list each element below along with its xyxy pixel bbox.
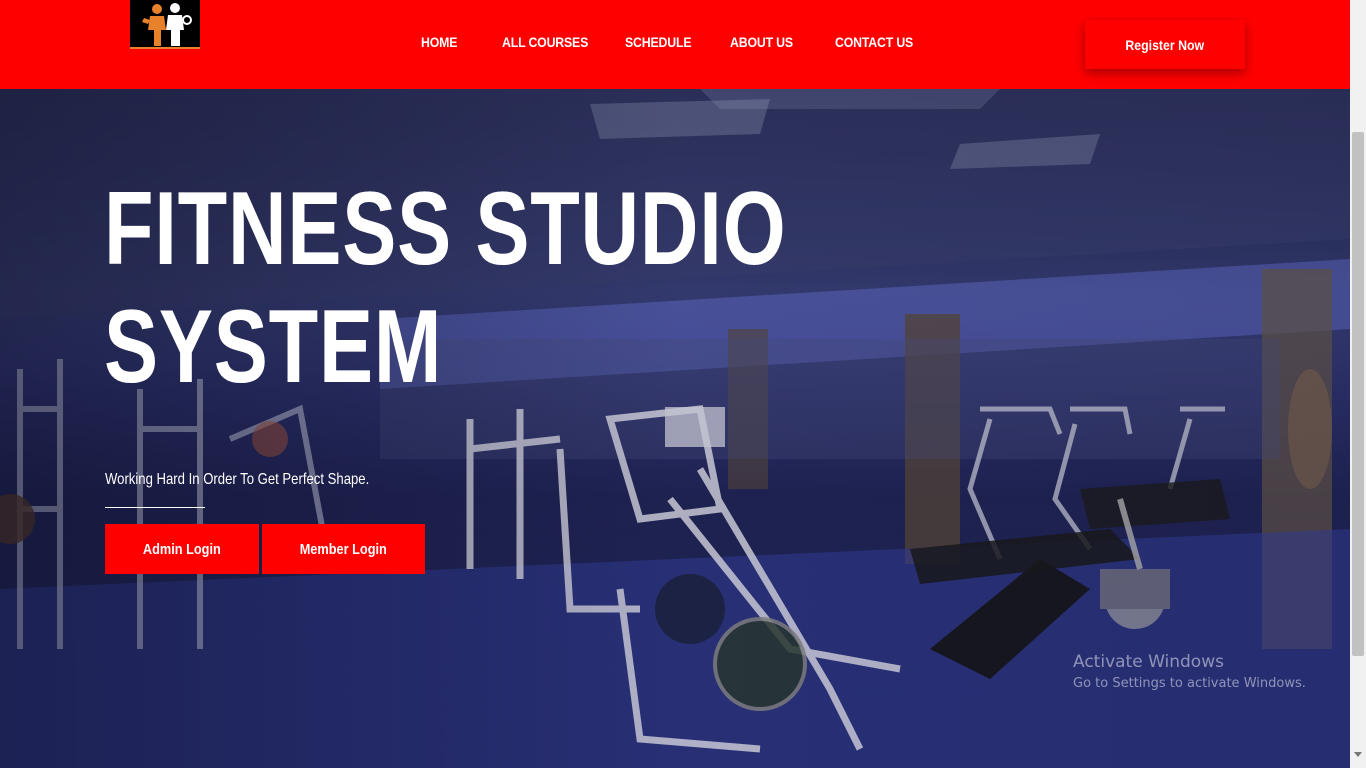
hero-title-line1: FITNESS STUDIO (104, 171, 787, 287)
nav-about-us[interactable]: ABOUT US (730, 34, 793, 50)
register-now-button[interactable]: Register Now (1085, 20, 1245, 69)
register-now-label: Register Now (1125, 36, 1205, 53)
hero-title-line2: SYSTEM (104, 289, 443, 405)
nav-schedule[interactable]: SCHEDULE (625, 34, 692, 50)
scrollbar-thumb[interactable] (1352, 132, 1364, 656)
site-header: HOME ALL COURSES SCHEDULE ABOUT US CONTA… (0, 0, 1350, 89)
member-login-label: Member Login (299, 540, 388, 558)
nav-contact-us[interactable]: CONTACT US (835, 34, 913, 50)
watermark-line1: Activate Windows (1073, 652, 1224, 672)
hero-title: FITNESS STUDIO SYSTEM (104, 170, 786, 406)
hero-tagline: Working Hard In Order To Get Perfect Sha… (105, 471, 370, 488)
admin-login-button[interactable]: Admin Login (105, 524, 259, 574)
fitness-couple-logo-icon (142, 3, 192, 46)
site-logo[interactable] (130, 0, 200, 49)
scroll-down-arrow-icon[interactable] (1354, 752, 1362, 757)
watermark-line2: Go to Settings to activate Windows. (1073, 676, 1306, 691)
tagline-divider (105, 507, 205, 508)
windows-activation-watermark: Activate Windows Go to Settings to activ… (1073, 652, 1306, 691)
nav-all-courses[interactable]: ALL COURSES (502, 34, 588, 50)
nav-home[interactable]: HOME (421, 34, 457, 50)
admin-login-label: Admin Login (143, 540, 221, 558)
member-login-button[interactable]: Member Login (262, 524, 425, 574)
